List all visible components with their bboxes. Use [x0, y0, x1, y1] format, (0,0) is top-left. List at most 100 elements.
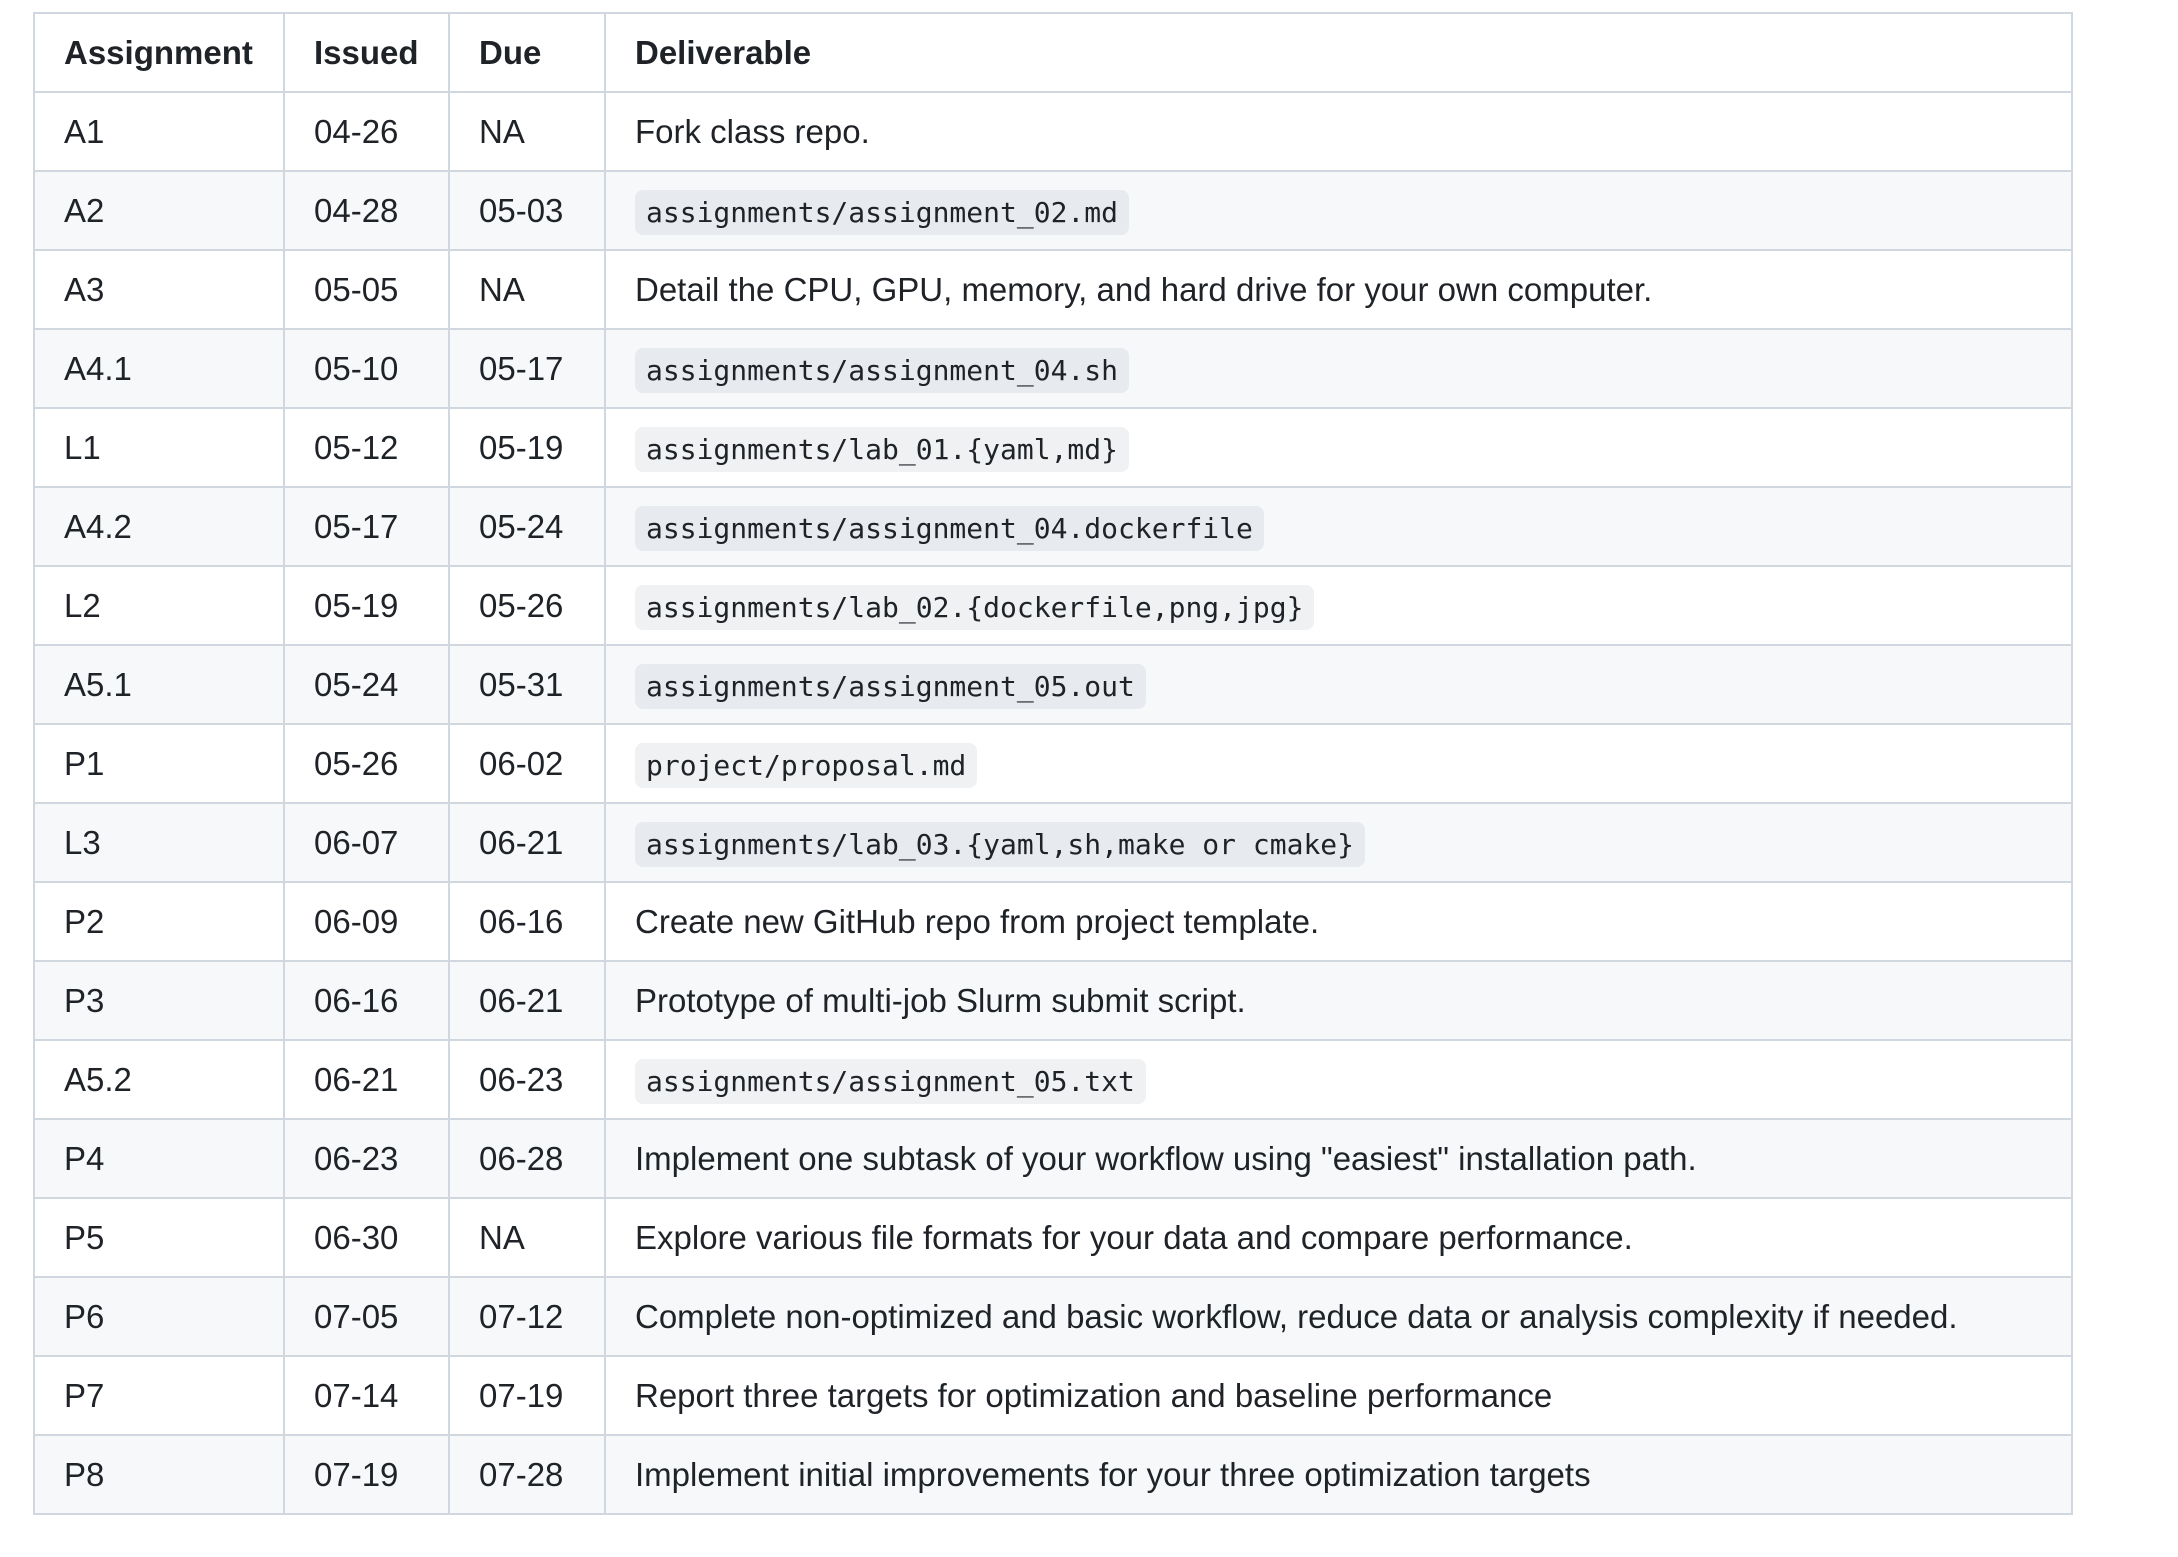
issued-cell: 05-10: [283, 328, 450, 409]
due-cell: 05-26: [448, 565, 606, 646]
assignment-cell: A5.1: [33, 644, 285, 725]
deliverable-path: assignments/lab_02.{dockerfile,png,jpg}: [635, 584, 1315, 630]
assignment-cell: A4.1: [33, 328, 285, 409]
issued-cell: 06-30: [283, 1197, 450, 1278]
table-row: L2 05-19 05-26 assignments/lab_02.{dockerfi…: [33, 565, 2073, 646]
table-row: A4.1 05-10 05-17 assignments/assignment_04.…: [33, 328, 2073, 409]
assignment-cell: L1: [33, 407, 285, 488]
assignment-cell: L2: [33, 565, 285, 646]
table-row: P1 05-26 06-02 project/proposal.md: [33, 723, 2073, 804]
assignment-cell: P5: [33, 1197, 285, 1278]
deliverable-cell: assignments/assignment_02.md: [604, 170, 2073, 251]
table-row: P3 06-16 06-21 Prototype of multi-job Slurm…: [33, 960, 2073, 1041]
deliverable-cell: Complete non-optimized and basic workflo…: [604, 1276, 2073, 1357]
deliverable-cell: Implement one subtask of your workflow u…: [604, 1118, 2073, 1199]
header-issued: Issued: [283, 12, 450, 93]
due-cell: 05-03: [448, 170, 606, 251]
deliverable-cell: Implement initial improvements for your …: [604, 1434, 2073, 1515]
table-row: A5.2 06-21 06-23 assignments/assignment_05.…: [33, 1039, 2073, 1120]
assignment-cell: A2: [33, 170, 285, 251]
assignment-cell: P8: [33, 1434, 285, 1515]
issued-cell: 06-09: [283, 881, 450, 962]
table-row: P4 06-23 06-28 Implement one subtask of you…: [33, 1118, 2073, 1199]
table-row: A3 05-05 NA Detail the CPU, GPU, memory, an…: [33, 249, 2073, 330]
issued-cell: 04-28: [283, 170, 450, 251]
deliverable-cell: Detail the CPU, GPU, memory, and hard dr…: [604, 249, 2073, 330]
deliverable-cell: assignments/assignment_04.sh: [604, 328, 2073, 409]
table-row: P6 07-05 07-12 Complete non-optimized and b…: [33, 1276, 2073, 1357]
table-row: A1 04-26 NA Fork class repo.: [33, 91, 2073, 172]
deliverable-path: assignments/assignment_02.md: [635, 189, 1130, 235]
issued-cell: 05-19: [283, 565, 450, 646]
due-cell: 06-21: [448, 802, 606, 883]
assignment-cell: A5.2: [33, 1039, 285, 1120]
assignment-cell: A1: [33, 91, 285, 172]
deliverable-cell: Prototype of multi-job Slurm submit scri…: [604, 960, 2073, 1041]
deliverable-cell: Report three targets for optimization an…: [604, 1355, 2073, 1436]
deliverable-path: assignments/assignment_05.txt: [635, 1058, 1146, 1104]
due-cell: NA: [448, 249, 606, 330]
assignment-cell: P6: [33, 1276, 285, 1357]
deliverable-cell: project/proposal.md: [604, 723, 2073, 804]
deliverable-cell: Create new GitHub repo from project temp…: [604, 881, 2073, 962]
due-cell: 05-31: [448, 644, 606, 725]
deliverable-cell: assignments/assignment_05.out: [604, 644, 2073, 725]
table-row: P2 06-09 06-16 Create new GitHub repo from …: [33, 881, 2073, 962]
issued-cell: 05-12: [283, 407, 450, 488]
issued-cell: 06-21: [283, 1039, 450, 1120]
assignment-cell: P1: [33, 723, 285, 804]
table-row: L1 05-12 05-19 assignments/lab_01.{yaml,md}: [33, 407, 2073, 488]
assignment-cell: L3: [33, 802, 285, 883]
issued-cell: 07-19: [283, 1434, 450, 1515]
issued-cell: 05-05: [283, 249, 450, 330]
deliverable-cell: Explore various file formats for your da…: [604, 1197, 2073, 1278]
header-assignment: Assignment: [33, 12, 285, 93]
table-row: P8 07-19 07-28 Implement initial improvemen…: [33, 1434, 2073, 1515]
table-body: A1 04-26 NA Fork class repo. A2 04-28 05-03 ass…: [33, 91, 2073, 1515]
table-row: A5.1 05-24 05-31 assignments/assignment_05.…: [33, 644, 2073, 725]
table-row: A4.2 05-17 05-24 assignments/assignment_04.…: [33, 486, 2073, 567]
issued-cell: 07-05: [283, 1276, 450, 1357]
assignment-cell: A3: [33, 249, 285, 330]
assignment-cell: P7: [33, 1355, 285, 1436]
due-cell: 05-17: [448, 328, 606, 409]
due-cell: 06-28: [448, 1118, 606, 1199]
assignment-cell: P3: [33, 960, 285, 1041]
deliverable-cell: assignments/assignment_04.dockerfile: [604, 486, 2073, 567]
assignment-cell: P2: [33, 881, 285, 962]
due-cell: 07-12: [448, 1276, 606, 1357]
issued-cell: 06-23: [283, 1118, 450, 1199]
assignment-cell: P4: [33, 1118, 285, 1199]
due-cell: 06-21: [448, 960, 606, 1041]
table-row: P7 07-14 07-19 Report three targets for opt…: [33, 1355, 2073, 1436]
deliverable-cell: assignments/lab_03.{yaml,sh,make or cmak…: [604, 802, 2073, 883]
due-cell: 05-19: [448, 407, 606, 488]
header-deliverable: Deliverable: [604, 12, 2073, 93]
issued-cell: 04-26: [283, 91, 450, 172]
issued-cell: 05-24: [283, 644, 450, 725]
deliverable-path: assignments/assignment_05.out: [635, 663, 1146, 709]
table-header: Assignment Issued Due Deliverable: [33, 12, 2073, 93]
due-cell: 06-02: [448, 723, 606, 804]
table-row: A2 04-28 05-03 assignments/assignment_02.md: [33, 170, 2073, 251]
due-cell: 06-23: [448, 1039, 606, 1120]
table-row: P5 06-30 NA Explore various file formats fo…: [33, 1197, 2073, 1278]
due-cell: NA: [448, 91, 606, 172]
assignments-table: Assignment Issued Due Deliverable A1 04-2…: [33, 12, 2073, 1515]
assignments-table-container: Assignment Issued Due Deliverable A1 04-2…: [33, 12, 2073, 1515]
deliverable-path: assignments/assignment_04.dockerfile: [635, 505, 1264, 551]
due-cell: 06-16: [448, 881, 606, 962]
deliverable-cell: Fork class repo.: [604, 91, 2073, 172]
due-cell: 05-24: [448, 486, 606, 567]
table-row: L3 06-07 06-21 assignments/lab_03.{yaml,sh,…: [33, 802, 2073, 883]
deliverable-cell: assignments/lab_01.{yaml,md}: [604, 407, 2073, 488]
issued-cell: 06-07: [283, 802, 450, 883]
header-row: Assignment Issued Due Deliverable: [33, 12, 2073, 93]
deliverable-path: assignments/lab_01.{yaml,md}: [635, 426, 1130, 472]
header-due: Due: [448, 12, 606, 93]
issued-cell: 05-17: [283, 486, 450, 567]
issued-cell: 06-16: [283, 960, 450, 1041]
assignment-cell: A4.2: [33, 486, 285, 567]
due-cell: 07-28: [448, 1434, 606, 1515]
due-cell: NA: [448, 1197, 606, 1278]
